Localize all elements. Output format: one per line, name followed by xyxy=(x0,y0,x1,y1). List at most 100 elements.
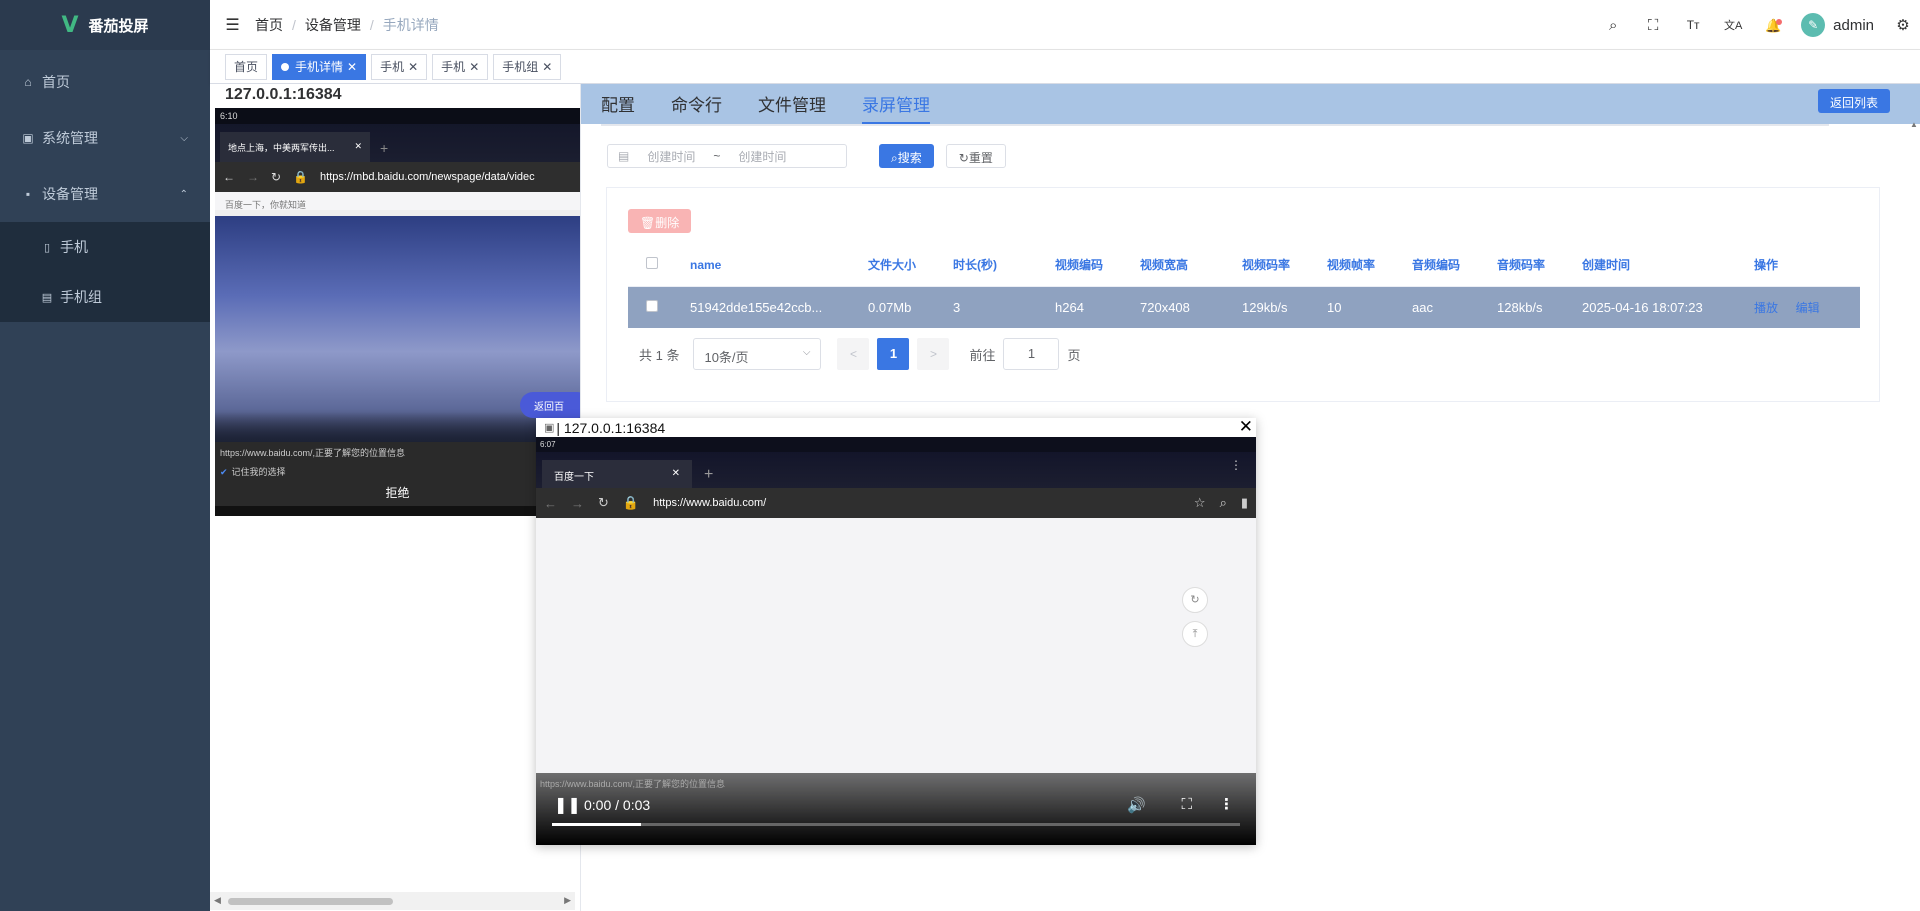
phone-screen[interactable]: 6:10 地点上海，中美两军传出... ✕ + ← → ↻ 🔒 https://… xyxy=(215,108,580,516)
back-to-list-button[interactable]: 返回列表 xyxy=(1817,89,1890,113)
close-icon[interactable]: ✕ xyxy=(347,60,357,74)
page-size-select[interactable]: 10条/页 ⌵ xyxy=(693,338,822,370)
row-checkbox[interactable] xyxy=(646,299,658,312)
sidebar-item-devices[interactable]: ▪ 设备管理 ⌃ xyxy=(0,166,210,222)
fullscreen-icon[interactable]: ⛶ xyxy=(1633,17,1673,34)
phone-status-bar: 6:10 xyxy=(215,108,580,124)
reset-button[interactable]: ↻重置 xyxy=(945,144,1006,168)
cell-acodec: aac xyxy=(1412,286,1497,328)
video-player[interactable]: 6:07 百度一下 ✕ + ⋮ ← → ↻ 🔒 https://www.baid… xyxy=(536,437,1256,845)
tag-phone-group[interactable]: 手机组 ✕ xyxy=(493,53,562,80)
horizontal-scrollbar[interactable]: ◀ ▶ xyxy=(210,892,575,910)
video-progress-bar[interactable] xyxy=(552,823,1240,826)
start-date-input[interactable]: 创建时间 xyxy=(647,148,695,165)
sidebar-item-phone-group[interactable]: ▤ 手机组 xyxy=(0,272,210,322)
font-size-icon[interactable]: Tт xyxy=(1673,18,1713,32)
delete-button[interactable]: 🗑删除 xyxy=(628,209,692,233)
bell-icon[interactable]: 🔔 xyxy=(1753,17,1793,34)
tag-phone-detail[interactable]: 手机详情 ✕ xyxy=(272,53,367,80)
play-link[interactable]: 播放 xyxy=(1754,301,1778,315)
bookmark-icon: ▮ xyxy=(1240,495,1248,510)
permission-url: https://www.baidu.com/,正要了解您的位置信息 xyxy=(220,448,406,458)
calendar-icon: ▤ xyxy=(618,149,630,163)
volume-icon[interactable]: 🔊 xyxy=(1127,796,1146,814)
city-skyline xyxy=(215,412,580,442)
row-select-cell[interactable] xyxy=(628,286,690,328)
trash-icon: 🗑 xyxy=(640,216,656,230)
pause-icon[interactable]: ❚❚ xyxy=(554,795,581,815)
scroll-left-icon[interactable]: ◀ xyxy=(214,895,221,906)
pagination: 共 1 条 10条/页 ⌵ < 1 > 前往 1 页 xyxy=(639,338,1081,370)
close-icon[interactable]: ✕ xyxy=(408,60,418,74)
vertical-scrollbar[interactable]: ▲ xyxy=(1908,120,1920,911)
scroll-up-icon[interactable]: ▲ xyxy=(1908,120,1920,129)
video-page-content xyxy=(544,518,1248,770)
col-created: 创建时间 xyxy=(1582,244,1754,287)
breadcrumb-item[interactable]: 设备管理 xyxy=(305,15,361,35)
settings-icon[interactable]: ⚙ xyxy=(1890,16,1916,34)
app-title: 番茄投屏 xyxy=(88,17,149,35)
edit-link[interactable]: 编辑 xyxy=(1796,301,1820,315)
search-button[interactable]: ⌕搜索 xyxy=(879,144,934,168)
tab-terminal[interactable]: 命令行 xyxy=(671,91,722,124)
sidebar-item-system[interactable]: ▣ 系统管理 ⌵ xyxy=(0,110,210,166)
table-row[interactable]: 51942dde155e42ccb... 0.07Mb 3 h264 720x4… xyxy=(628,286,1860,328)
scroll-right-icon[interactable]: ▶ xyxy=(564,895,571,906)
sidebar-item-label: 首页 xyxy=(42,74,70,90)
hamburger-icon[interactable]: ☰ xyxy=(210,15,255,35)
close-icon: ✕ xyxy=(354,141,362,151)
avatar[interactable]: ✎ xyxy=(1801,13,1826,37)
fullscreen-icon[interactable]: ⛶ xyxy=(1181,796,1192,813)
tags-view: 首页 手机详情 ✕ 手机 ✕ 手机 ✕ 手机组 ✕ xyxy=(210,50,1920,84)
close-icon[interactable]: ✕ xyxy=(1239,417,1253,437)
col-abitrate: 音频码率 xyxy=(1497,244,1582,287)
cell-duration: 3 xyxy=(953,286,1055,328)
close-icon[interactable]: ✕ xyxy=(469,60,479,74)
navbar-actions: ⌕ ⛶ Tт 文A 🔔 ✎ admin ⚙ xyxy=(1593,0,1920,50)
goto-page-input[interactable]: 1 xyxy=(1003,338,1060,370)
scrollbar-thumb[interactable] xyxy=(228,898,393,905)
sidebar-item-home[interactable]: ⌂ 首页 xyxy=(0,54,210,110)
sidebar-item-label: 手机 xyxy=(60,239,88,255)
prev-page-button[interactable]: < xyxy=(837,338,870,370)
search-icon[interactable]: ⌕ xyxy=(1593,17,1633,34)
page-number-current[interactable]: 1 xyxy=(877,338,910,370)
tab-files[interactable]: 文件管理 xyxy=(758,91,826,124)
star-icon: ☆ xyxy=(1193,495,1206,510)
tab-config[interactable]: 配置 xyxy=(601,91,635,124)
delete-button-label: 删除 xyxy=(655,216,680,230)
next-page-button[interactable]: > xyxy=(917,338,950,370)
end-date-input[interactable]: 创建时间 xyxy=(738,148,786,165)
phone-browser-tabs: 地点上海，中美两军传出... ✕ + xyxy=(215,124,580,162)
tab-underline xyxy=(601,124,1829,126)
home-icon: ⌂ xyxy=(24,75,32,89)
translate-icon[interactable]: 文A xyxy=(1713,17,1753,33)
select-all-cell[interactable] xyxy=(628,244,690,287)
phone-video-frame: 返回百 xyxy=(215,216,580,442)
remember-row: ✔ 记住我的选择 xyxy=(220,465,575,478)
tab-recordings[interactable]: 录屏管理 xyxy=(862,91,930,124)
more-icon[interactable]: ⋮ xyxy=(1219,795,1234,813)
tag-phone[interactable]: 手机 ✕ xyxy=(371,53,428,80)
sidebar-item-label: 系统管理 xyxy=(42,130,98,146)
refuse-button: 拒绝 xyxy=(385,486,410,500)
video-window-titlebar[interactable]: ▣ | 127.0.0.1:16384 ✕ xyxy=(536,417,1256,437)
app-logo[interactable]: V 番茄投屏 xyxy=(0,0,210,50)
detail-tabs: 配置 命令行 文件管理 录屏管理 返回列表 xyxy=(581,84,1920,124)
sidebar-item-phone[interactable]: ▯ 手机 xyxy=(0,222,210,272)
tag-phone[interactable]: 手机 ✕ xyxy=(432,53,489,80)
username[interactable]: admin xyxy=(1833,17,1874,34)
date-range-picker[interactable]: ▤ 创建时间 ~ 创建时间 xyxy=(607,144,847,168)
sidebar-item-label: 设备管理 xyxy=(42,186,98,202)
reload-icon: ↻ xyxy=(598,495,609,510)
video-controls: https://www.baidu.com/,正要了解您的位置信息 ❚❚ 0:0… xyxy=(536,773,1256,845)
reload-icon: ↻ xyxy=(271,170,282,184)
tag-label: 手机组 xyxy=(502,60,539,74)
filter-bar: ▤ 创建时间 ~ 创建时间 ⌕搜索 ↻重置 xyxy=(607,144,1006,168)
tag-home[interactable]: 首页 xyxy=(225,53,268,80)
lock-icon: 🔒 xyxy=(622,495,640,510)
breadcrumb-item[interactable]: 首页 xyxy=(255,15,283,35)
close-icon[interactable]: ✕ xyxy=(542,60,552,74)
select-all-checkbox[interactable] xyxy=(646,257,658,270)
col-vcodec: 视频编码 xyxy=(1055,244,1140,287)
